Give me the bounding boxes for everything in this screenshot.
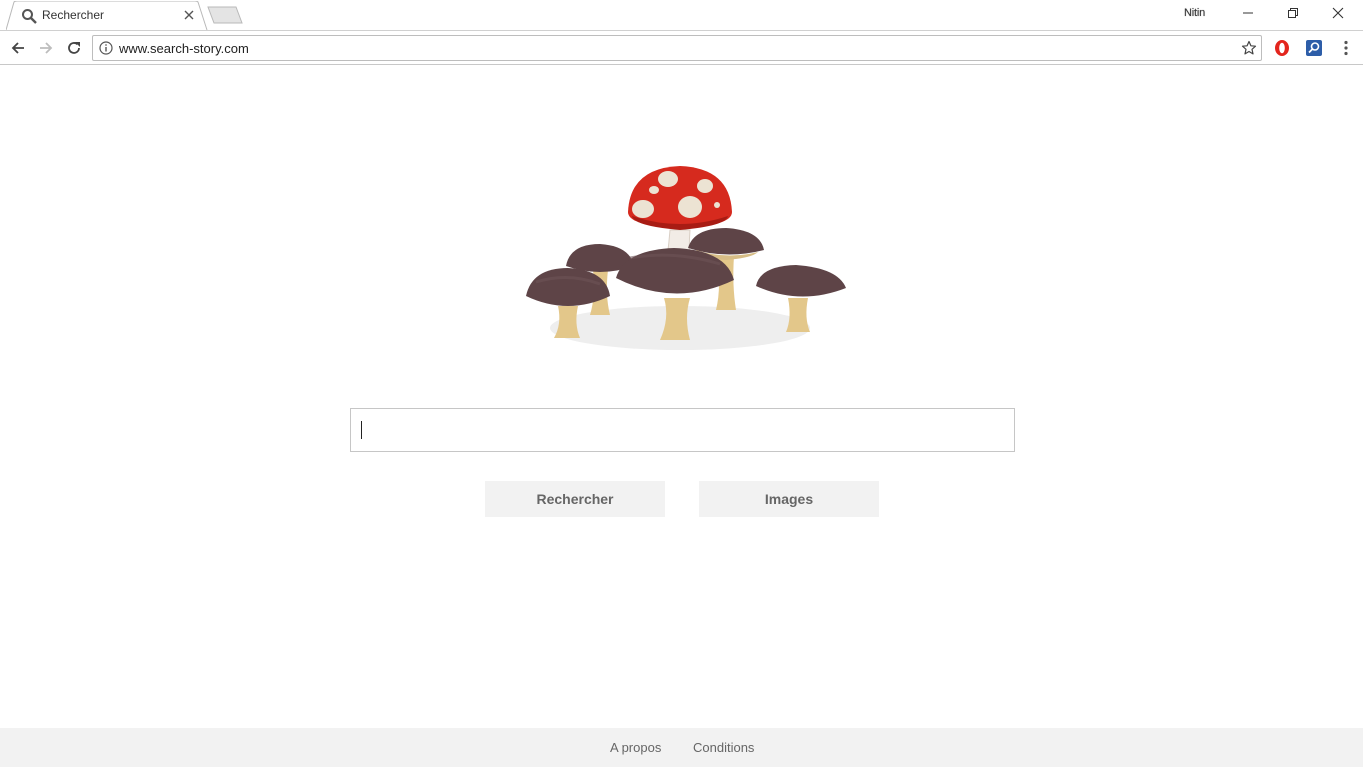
about-link[interactable]: A propos	[610, 740, 661, 755]
restore-icon	[1288, 8, 1298, 18]
new-tab-button[interactable]	[206, 6, 244, 24]
tab-strip: Rechercher Nitin	[0, 0, 1363, 30]
search-button[interactable]: Rechercher	[485, 481, 665, 517]
url-text[interactable]: www.search-story.com	[119, 41, 249, 56]
address-bar[interactable]: www.search-story.com	[92, 35, 1262, 61]
search-icon	[22, 9, 37, 24]
browser-toolbar: www.search-story.com	[0, 30, 1363, 65]
terms-link[interactable]: Conditions	[693, 740, 754, 755]
mushrooms-logo	[526, 166, 846, 350]
forward-arrow-icon	[40, 42, 53, 54]
close-window-button[interactable]	[1316, 0, 1361, 28]
info-icon[interactable]	[99, 41, 113, 55]
minimize-button[interactable]	[1226, 0, 1271, 28]
close-tab-icon[interactable]	[182, 8, 196, 22]
minimize-icon	[1243, 12, 1253, 14]
forward-button[interactable]	[35, 37, 57, 59]
menu-kebab-icon[interactable]	[1337, 39, 1355, 57]
opera-icon[interactable]	[1273, 39, 1291, 57]
tab-title: Rechercher	[42, 8, 105, 22]
bookmark-star-icon[interactable]	[1241, 40, 1257, 56]
text-caret	[361, 421, 362, 439]
restore-button[interactable]	[1271, 0, 1316, 28]
reload-icon	[68, 42, 80, 54]
search-extension-icon[interactable]	[1305, 39, 1323, 57]
profile-name[interactable]: Nitin	[1184, 7, 1205, 19]
back-button[interactable]	[7, 37, 29, 59]
footer: A propos Conditions	[0, 728, 1363, 767]
images-button[interactable]: Images	[699, 481, 879, 517]
back-arrow-icon	[11, 42, 24, 54]
reload-button[interactable]	[63, 37, 85, 59]
close-window-icon	[1332, 7, 1344, 19]
search-input[interactable]	[350, 408, 1015, 452]
active-tab[interactable]: Rechercher	[6, 1, 208, 30]
